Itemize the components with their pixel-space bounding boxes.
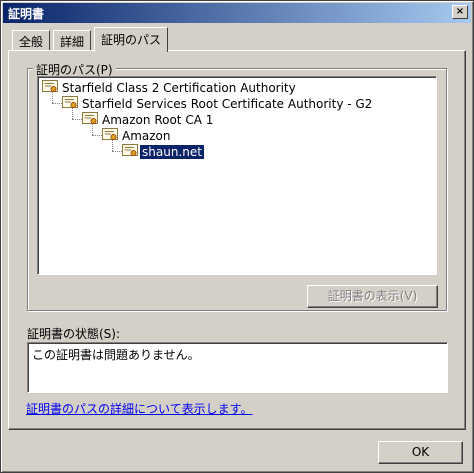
tree-node[interactable]: Starfield Class 2 Certification Authorit… xyxy=(42,80,298,96)
certificate-icon xyxy=(42,80,58,92)
status-textbox[interactable]: この証明書は問題ありません。 xyxy=(27,342,448,393)
certificate-icon xyxy=(102,128,118,140)
status-label: 証明書の状態(S): xyxy=(27,327,121,341)
tab-certification-path[interactable]: 証明のパス xyxy=(94,27,169,52)
tree-line xyxy=(112,151,122,152)
tab-details[interactable]: 詳細 xyxy=(53,30,92,50)
tab-general-label: 全般 xyxy=(19,35,44,49)
title-bar[interactable]: 証明書 × xyxy=(3,3,471,23)
status-text: この証明書は問題ありません。 xyxy=(32,348,200,362)
tree-node[interactable]: Amazon Root CA 1 xyxy=(82,112,215,128)
tree-node-selected[interactable]: shaun.net xyxy=(122,144,205,160)
ok-button[interactable]: OK xyxy=(378,441,463,464)
tree-node-label: Amazon Root CA 1 xyxy=(102,113,214,127)
certificate-icon xyxy=(82,112,98,124)
certificate-icon xyxy=(122,144,138,156)
tree-line xyxy=(52,103,62,104)
tree-node-label: shaun.net xyxy=(139,144,205,160)
tree-node-label: Starfield Services Root Certificate Auth… xyxy=(82,97,373,111)
tree-node-label: Starfield Class 2 Certification Authorit… xyxy=(62,81,296,95)
close-button[interactable]: × xyxy=(452,5,468,19)
tree-node[interactable]: Amazon xyxy=(102,128,173,144)
view-certificate-button[interactable]: 証明書の表示(V) xyxy=(307,285,438,308)
certificate-icon xyxy=(62,96,78,108)
window-title: 証明書 xyxy=(8,7,45,21)
tree-node-label: Amazon xyxy=(122,129,171,143)
tab-details-label: 詳細 xyxy=(60,35,85,49)
tab-certification-path-label: 証明のパス xyxy=(101,33,162,47)
tree-node[interactable]: Starfield Services Root Certificate Auth… xyxy=(62,96,374,112)
tree-line xyxy=(92,135,102,136)
certification-path-tree[interactable]: Starfield Class 2 Certification Authorit… xyxy=(37,76,437,275)
tab-general[interactable]: 全般 xyxy=(12,30,51,50)
path-details-link[interactable]: 証明書のパスの詳細について表示します。 xyxy=(26,400,252,417)
tree-line xyxy=(72,119,82,120)
